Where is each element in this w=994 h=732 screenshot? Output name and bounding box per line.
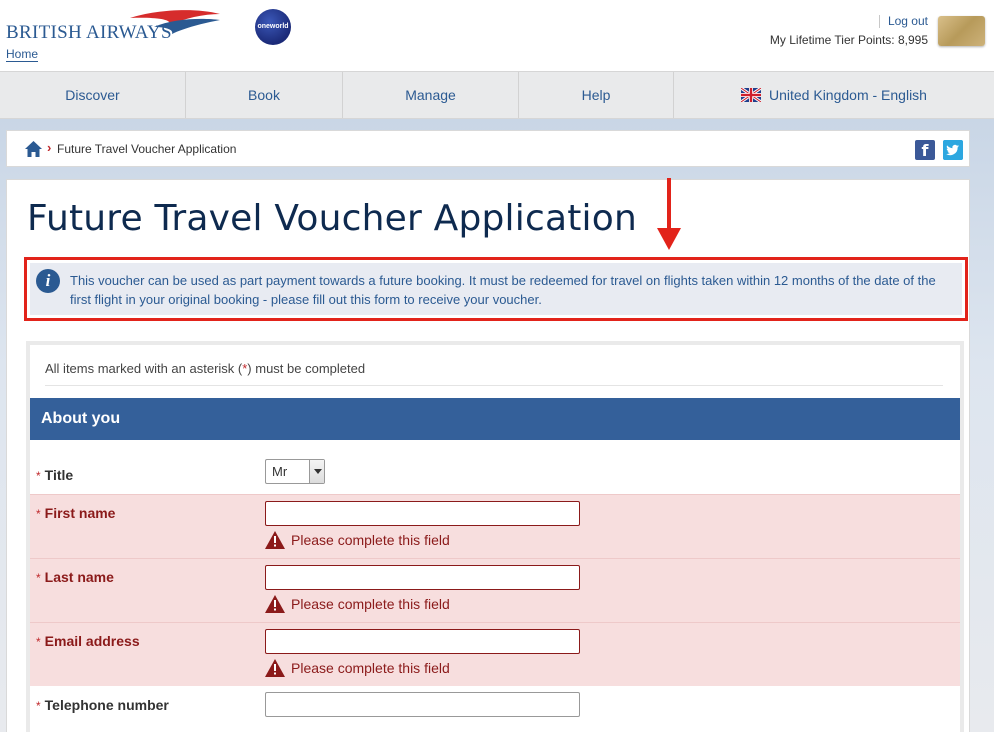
last-name-error: Please complete this field	[265, 595, 450, 613]
first-name-label-text: First name	[44, 505, 116, 521]
nav-item-language[interactable]: United Kingdom - English	[674, 72, 994, 118]
telephone-label-text: Telephone number	[44, 697, 169, 713]
last-name-input[interactable]	[265, 565, 580, 590]
warning-icon	[265, 659, 285, 677]
facebook-icon[interactable]: f	[915, 140, 935, 160]
uk-flag-icon	[741, 88, 761, 102]
warning-icon	[265, 595, 285, 613]
nav-item-book[interactable]: Book	[186, 72, 343, 118]
first-name-input[interactable]	[265, 501, 580, 526]
home-link[interactable]: Home	[6, 47, 39, 62]
title-select[interactable]: Mr	[265, 459, 325, 484]
title-row: * Title Mr	[30, 440, 960, 494]
breadcrumb-current: Future Travel Voucher Application	[57, 142, 237, 156]
required-asterisk: *	[36, 635, 41, 649]
tier-points: My Lifetime Tier Points: 8,995	[769, 33, 928, 47]
required-asterisk: *	[36, 507, 41, 521]
voucher-form: All items marked with an asterisk ( * ) mu…	[26, 341, 964, 732]
main-nav: Discover Book Manage Help United Kingdom…	[0, 71, 994, 119]
nav-item-manage[interactable]: Manage	[343, 72, 519, 118]
title-select-value: Mr	[272, 464, 288, 479]
required-note: All items marked with an asterisk (*) mu…	[45, 361, 365, 376]
british-airways-logo[interactable]: BRITISH AIRWAYS	[6, 8, 221, 48]
last-name-label-text: Last name	[44, 569, 114, 585]
first-name-row: * First name Please complete this field	[30, 494, 960, 558]
annotation-arrow-icon	[657, 178, 681, 250]
nav-item-help[interactable]: Help	[519, 72, 674, 118]
warning-icon	[265, 531, 285, 549]
info-panel: i This voucher can be used as part payme…	[30, 263, 962, 315]
speedmarque-icon	[130, 10, 220, 34]
telephone-row: * Telephone number	[30, 686, 960, 732]
first-name-error: Please complete this field	[265, 531, 450, 549]
required-note-prefix: All items marked with an asterisk (	[45, 361, 243, 376]
voucher-info-text: This voucher can be used as part payment…	[70, 273, 936, 307]
first-name-error-text: Please complete this field	[291, 532, 450, 548]
membership-card-icon[interactable]	[938, 16, 985, 46]
email-label: * Email address	[36, 633, 140, 649]
email-error: Please complete this field	[265, 659, 450, 677]
email-row: * Email address Please complete this fiel…	[30, 622, 960, 686]
required-asterisk: *	[36, 699, 41, 713]
nav-item-discover[interactable]: Discover	[0, 72, 186, 118]
title-label-text: Title	[44, 467, 74, 483]
email-error-text: Please complete this field	[291, 660, 450, 676]
required-note-suffix: ) must be completed	[247, 361, 366, 376]
page-title: Future Travel Voucher Application	[27, 198, 637, 239]
breadcrumb-separator: ›	[47, 140, 52, 155]
home-icon[interactable]	[25, 141, 42, 157]
info-icon: i	[36, 269, 60, 293]
title-label: * Title	[36, 467, 73, 483]
site-header: BRITISH AIRWAYS Home oneworld Log out My…	[0, 0, 994, 71]
email-input[interactable]	[265, 629, 580, 654]
required-asterisk: *	[36, 469, 41, 483]
twitter-icon[interactable]	[943, 140, 963, 160]
divider	[45, 385, 943, 386]
last-name-error-text: Please complete this field	[291, 596, 450, 612]
telephone-input[interactable]	[265, 692, 580, 717]
first-name-label: * First name	[36, 505, 115, 521]
telephone-label: * Telephone number	[36, 697, 169, 713]
email-label-text: Email address	[44, 633, 140, 649]
last-name-row: * Last name Please complete this field	[30, 558, 960, 622]
breadcrumb: › Future Travel Voucher Application f	[6, 130, 970, 167]
chevron-down-icon[interactable]	[309, 460, 324, 483]
oneworld-logo: oneworld	[255, 9, 291, 45]
section-heading-about-you: About you	[30, 398, 960, 440]
language-label: United Kingdom - English	[769, 87, 927, 103]
voucher-info-callout: i This voucher can be used as part payme…	[24, 257, 968, 321]
last-name-label: * Last name	[36, 569, 114, 585]
logout-link[interactable]: Log out	[878, 15, 928, 28]
required-asterisk: *	[36, 571, 41, 585]
